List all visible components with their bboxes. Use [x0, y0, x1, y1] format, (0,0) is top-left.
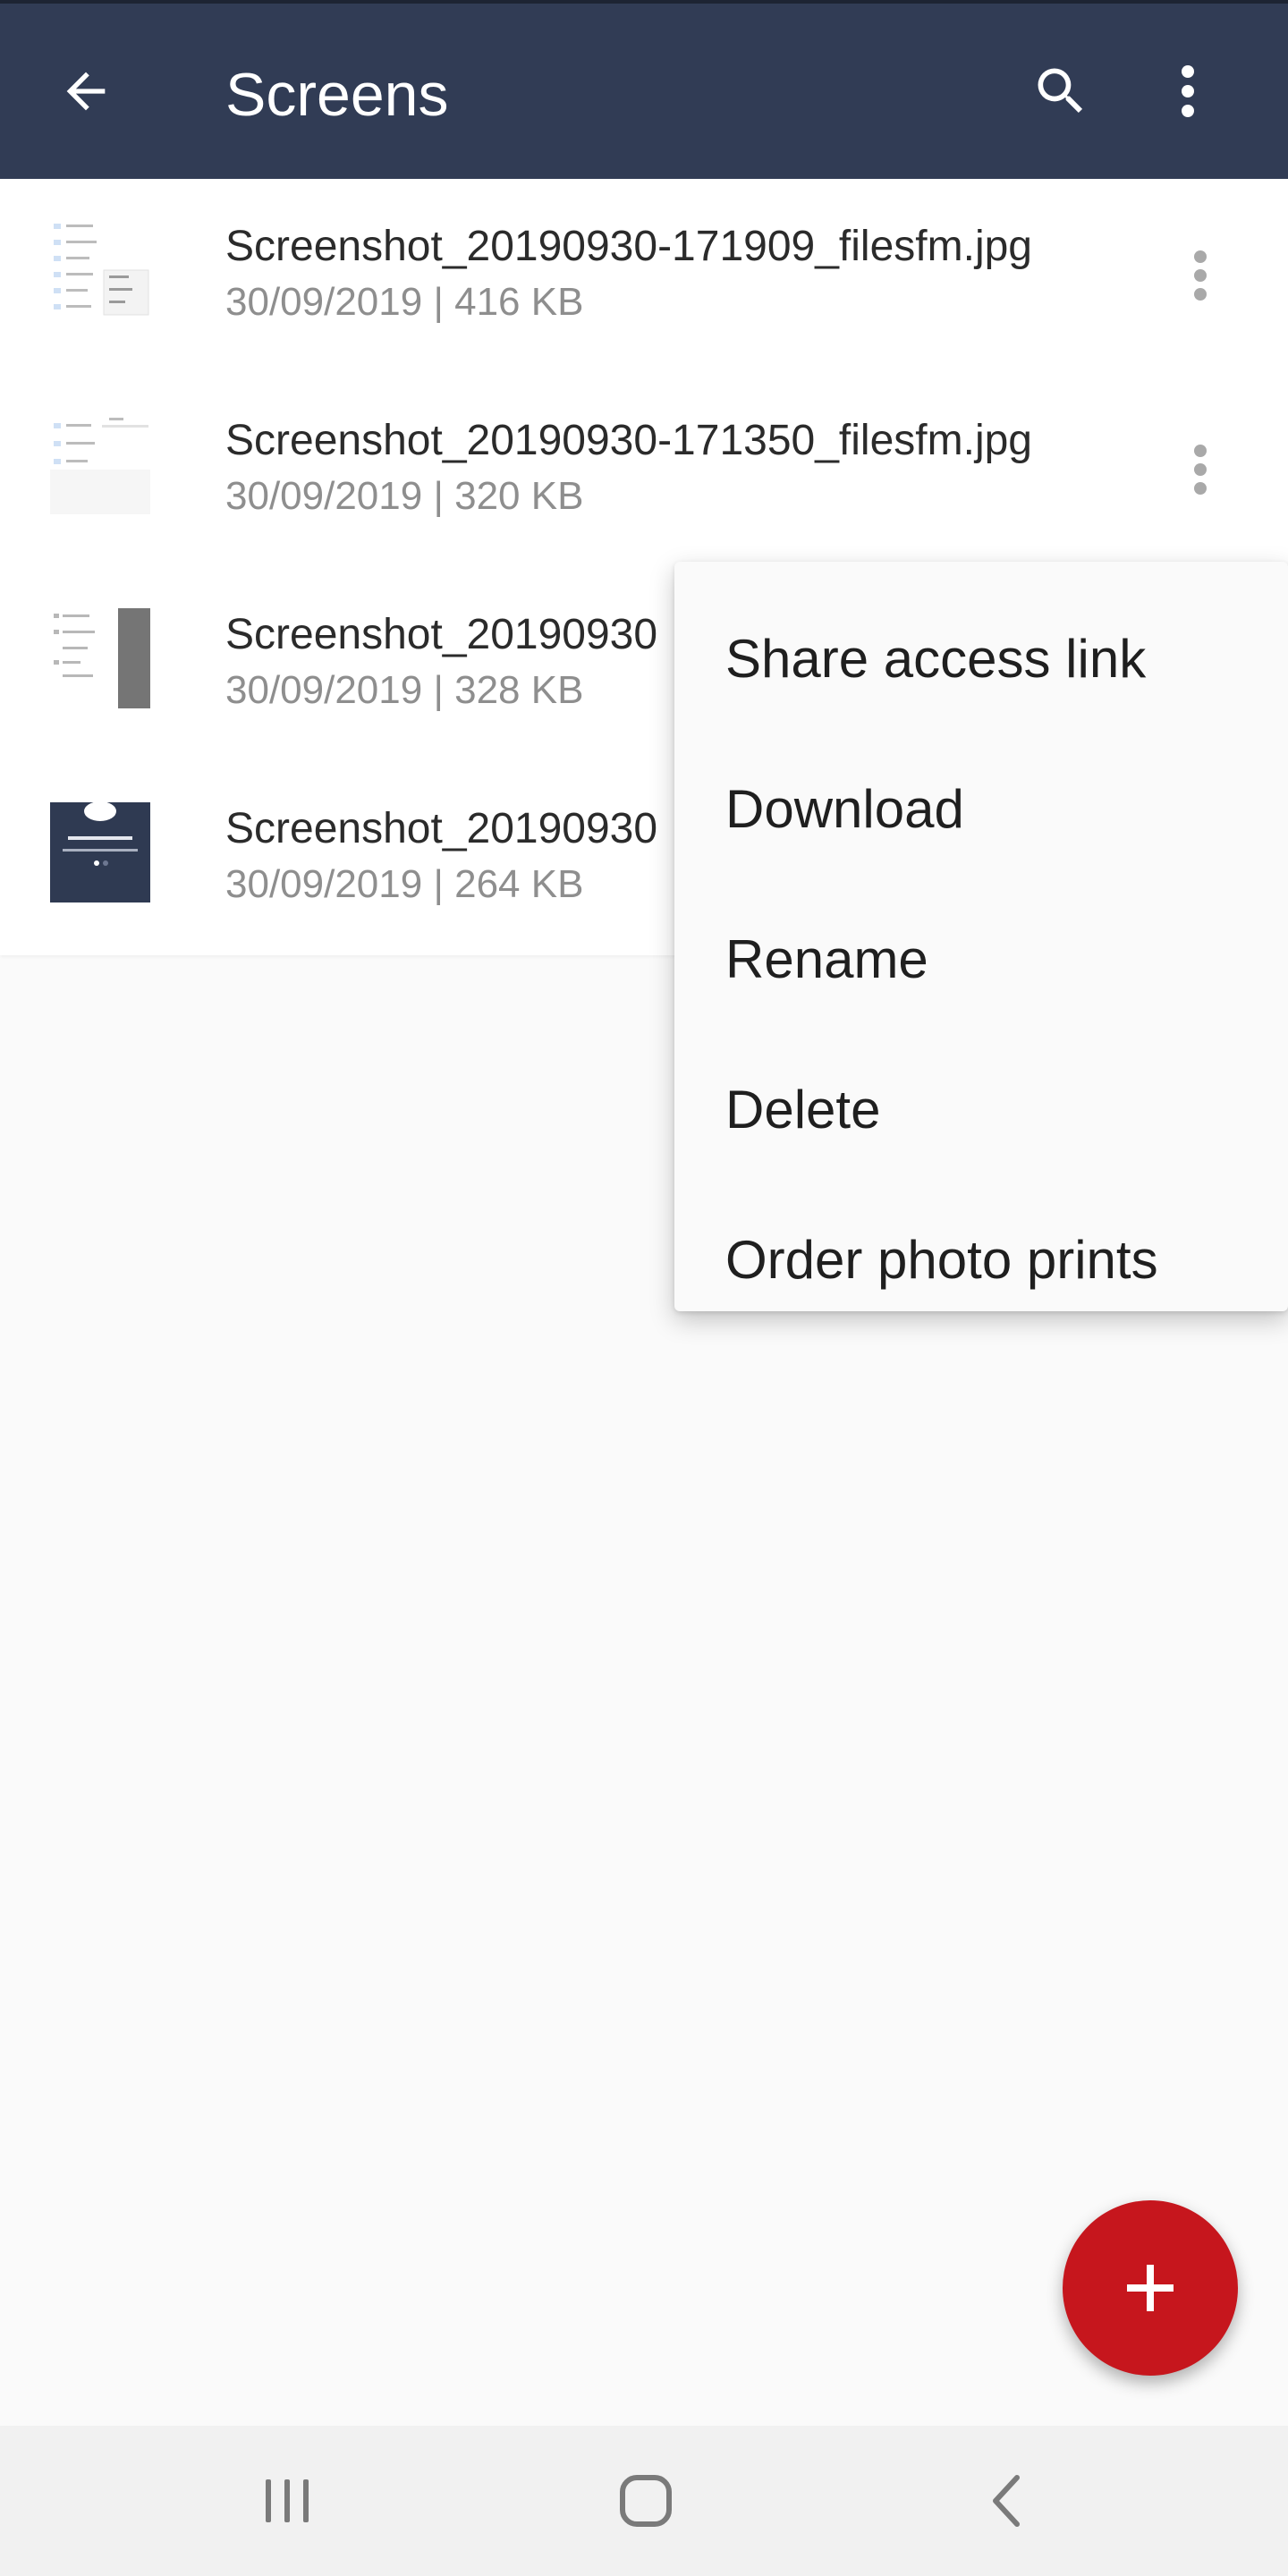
- file-name: Screenshot_20190930: [225, 805, 658, 852]
- file-meta: 30/09/2019 | 328 KB: [225, 668, 584, 712]
- file-row[interactable]: Screenshot_20190930-171350_filesfm.jpg 3…: [0, 373, 1288, 567]
- more-vertical-icon: [1182, 65, 1194, 117]
- home-icon: [620, 2475, 672, 2527]
- recents-icon: [266, 2479, 309, 2522]
- recents-button[interactable]: [242, 2456, 332, 2546]
- plus-icon: [1127, 2265, 1174, 2311]
- file-row[interactable]: Screenshot_20190930-171909_filesfm.jpg 3…: [0, 179, 1288, 373]
- file-name: Screenshot_20190930-171350_filesfm.jpg: [225, 417, 1032, 464]
- chevron-left-icon: [993, 2475, 1020, 2527]
- menu-item-order-photo-prints[interactable]: Order photo prints: [674, 1184, 1288, 1335]
- menu-item-download[interactable]: Download: [674, 733, 1288, 884]
- file-meta: 30/09/2019 | 416 KB: [225, 280, 584, 324]
- search-button[interactable]: [1020, 50, 1102, 132]
- file-context-menu: Share access link Download Rename Delete…: [674, 562, 1288, 1311]
- file-more-button[interactable]: [1163, 238, 1238, 313]
- home-button[interactable]: [601, 2456, 691, 2546]
- file-more-button[interactable]: [1163, 432, 1238, 507]
- file-meta: 30/09/2019 | 264 KB: [225, 862, 584, 906]
- file-name: Screenshot_20190930: [225, 611, 658, 658]
- file-thumbnail: [50, 414, 150, 514]
- menu-item-rename[interactable]: Rename: [674, 884, 1288, 1034]
- file-name: Screenshot_20190930-171909_filesfm.jpg: [225, 223, 1032, 270]
- menu-item-share-access-link[interactable]: Share access link: [674, 583, 1288, 733]
- system-back-button[interactable]: [962, 2456, 1051, 2546]
- overflow-menu-button[interactable]: [1147, 50, 1229, 132]
- back-button[interactable]: [45, 50, 127, 132]
- system-nav-bar: [0, 2426, 1288, 2576]
- more-vertical-icon: [1194, 250, 1207, 301]
- more-vertical-icon: [1194, 445, 1207, 495]
- file-thumbnail: [50, 220, 150, 320]
- add-fab-button[interactable]: [1063, 2200, 1238, 2376]
- menu-item-delete[interactable]: Delete: [674, 1034, 1288, 1184]
- file-thumbnail: [50, 802, 150, 902]
- file-meta: 30/09/2019 | 320 KB: [225, 474, 584, 518]
- search-icon: [1038, 68, 1083, 114]
- file-thumbnail: [50, 608, 150, 708]
- app-bar: Screens: [0, 0, 1288, 179]
- arrow-left-icon: [66, 72, 106, 111]
- page-title: Screens: [225, 61, 449, 129]
